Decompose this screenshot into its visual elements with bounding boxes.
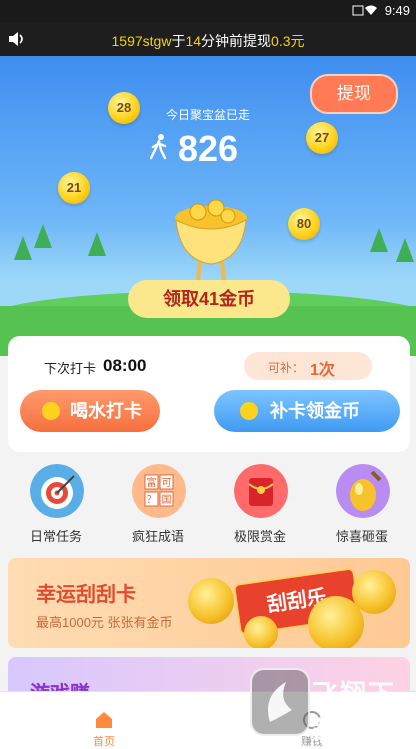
next-checkin-time: 08:00 — [103, 356, 147, 375]
watermark: 飞翔下载 www.FXXZ.COM — [250, 664, 416, 746]
clock: 9:49 — [384, 3, 410, 18]
coin-icon — [42, 402, 60, 420]
feature-grid: 日常任务 富 可 ？ 国 疯狂成语 极限赏金 惊喜砸蛋 — [0, 460, 416, 550]
makeup-checkin-button[interactable]: 补卡领金币 — [214, 390, 400, 432]
idiom-char: 可 — [162, 478, 172, 489]
hero-section: 提现 今日聚宝盆已走 826 28 27 21 80 领取41金币 — [0, 56, 416, 356]
withdraw-ticker: 1597stgw于14分钟前提现0.3元 — [0, 22, 416, 56]
coin-icon — [240, 402, 258, 420]
grid-item-egg[interactable]: 惊喜砸蛋 — [310, 460, 414, 550]
grid-item-bounty[interactable]: 极限赏金 — [208, 460, 312, 550]
grid-item-label: 极限赏金 — [233, 529, 286, 544]
coin-bubble[interactable]: 80 — [288, 208, 320, 240]
tree-decoration — [396, 238, 414, 262]
coin-bubble[interactable]: 21 — [58, 172, 90, 204]
idiom-char: 富 — [147, 476, 157, 489]
watermark-text: 飞翔下载 — [312, 679, 397, 746]
tree-decoration — [370, 228, 388, 252]
golden-egg-icon — [336, 464, 390, 518]
coin-decoration — [244, 616, 278, 648]
tree-decoration — [88, 232, 106, 256]
wifi-icon — [365, 5, 377, 15]
ticker-amount: 0.3元 — [271, 33, 305, 49]
makeup-label: 可补： — [268, 361, 305, 375]
ticker-message: 1597stgw于14分钟前提现0.3元 — [0, 31, 416, 51]
ticker-user: 1597stgw — [111, 33, 172, 49]
makeup-count: 1次 — [310, 362, 335, 379]
ticker-text-1: 于 — [171, 33, 186, 49]
claim-coins-button[interactable]: 领取41金币 — [128, 280, 290, 318]
red-envelope-icon — [234, 464, 288, 518]
idiom-icon: 富 可 ？ 国 — [132, 464, 186, 518]
grid-item-label: 惊喜砸蛋 — [335, 529, 388, 544]
coin-decoration — [352, 570, 396, 614]
coin-bubble[interactable]: 27 — [306, 122, 338, 154]
target-icon — [30, 464, 84, 518]
makeup-count-pill: 可补： 1次 — [244, 352, 372, 380]
home-icon — [96, 712, 112, 728]
banner-subtitle: 最高1000元 张张有金币 — [36, 615, 173, 630]
step-count: 826 — [178, 128, 239, 169]
tree-decoration — [34, 224, 52, 248]
grid-item-label: 日常任务 — [29, 529, 82, 544]
water-checkin-button[interactable]: 喝水打卡 — [20, 390, 160, 432]
battery-icon — [352, 5, 364, 16]
grid-item-label: 疯狂成语 — [131, 529, 184, 544]
checkin-card: 下次打卡 08:00 可补： 1次 喝水打卡 补卡领金币 — [8, 336, 410, 452]
idiom-char: ？ — [147, 495, 157, 506]
next-checkin-label: 下次打卡 — [44, 361, 97, 376]
walking-icon — [150, 134, 167, 160]
ticker-minutes: 14 — [185, 33, 202, 49]
banner-title: 幸运刮刮卡 — [36, 584, 136, 606]
ticker-text-2: 分钟前提现 — [201, 33, 272, 49]
today-steps-label: 今日聚宝盆已走 — [165, 108, 250, 122]
coin-bubble[interactable]: 28 — [108, 92, 140, 124]
makeup-checkin-label: 补卡领金币 — [270, 401, 360, 421]
tab-home[interactable]: 首页 — [0, 692, 208, 749]
idiom-char: 国 — [162, 494, 172, 506]
water-checkin-label: 喝水打卡 — [70, 401, 142, 421]
tab-label: 首页 — [93, 736, 115, 748]
status-bar: 9:49 — [0, 0, 416, 22]
grid-item-daily-tasks[interactable]: 日常任务 — [4, 460, 108, 550]
grid-item-idiom[interactable]: 富 可 ？ 国 疯狂成语 — [106, 460, 210, 550]
tree-decoration — [14, 236, 32, 260]
scratch-card-banner[interactable]: 幸运刮刮卡 最高1000元 张张有金币 刮刮乐 — [8, 558, 410, 648]
watermark-logo — [250, 668, 310, 736]
watermark-url: www.FXXZ.COM — [314, 712, 416, 728]
